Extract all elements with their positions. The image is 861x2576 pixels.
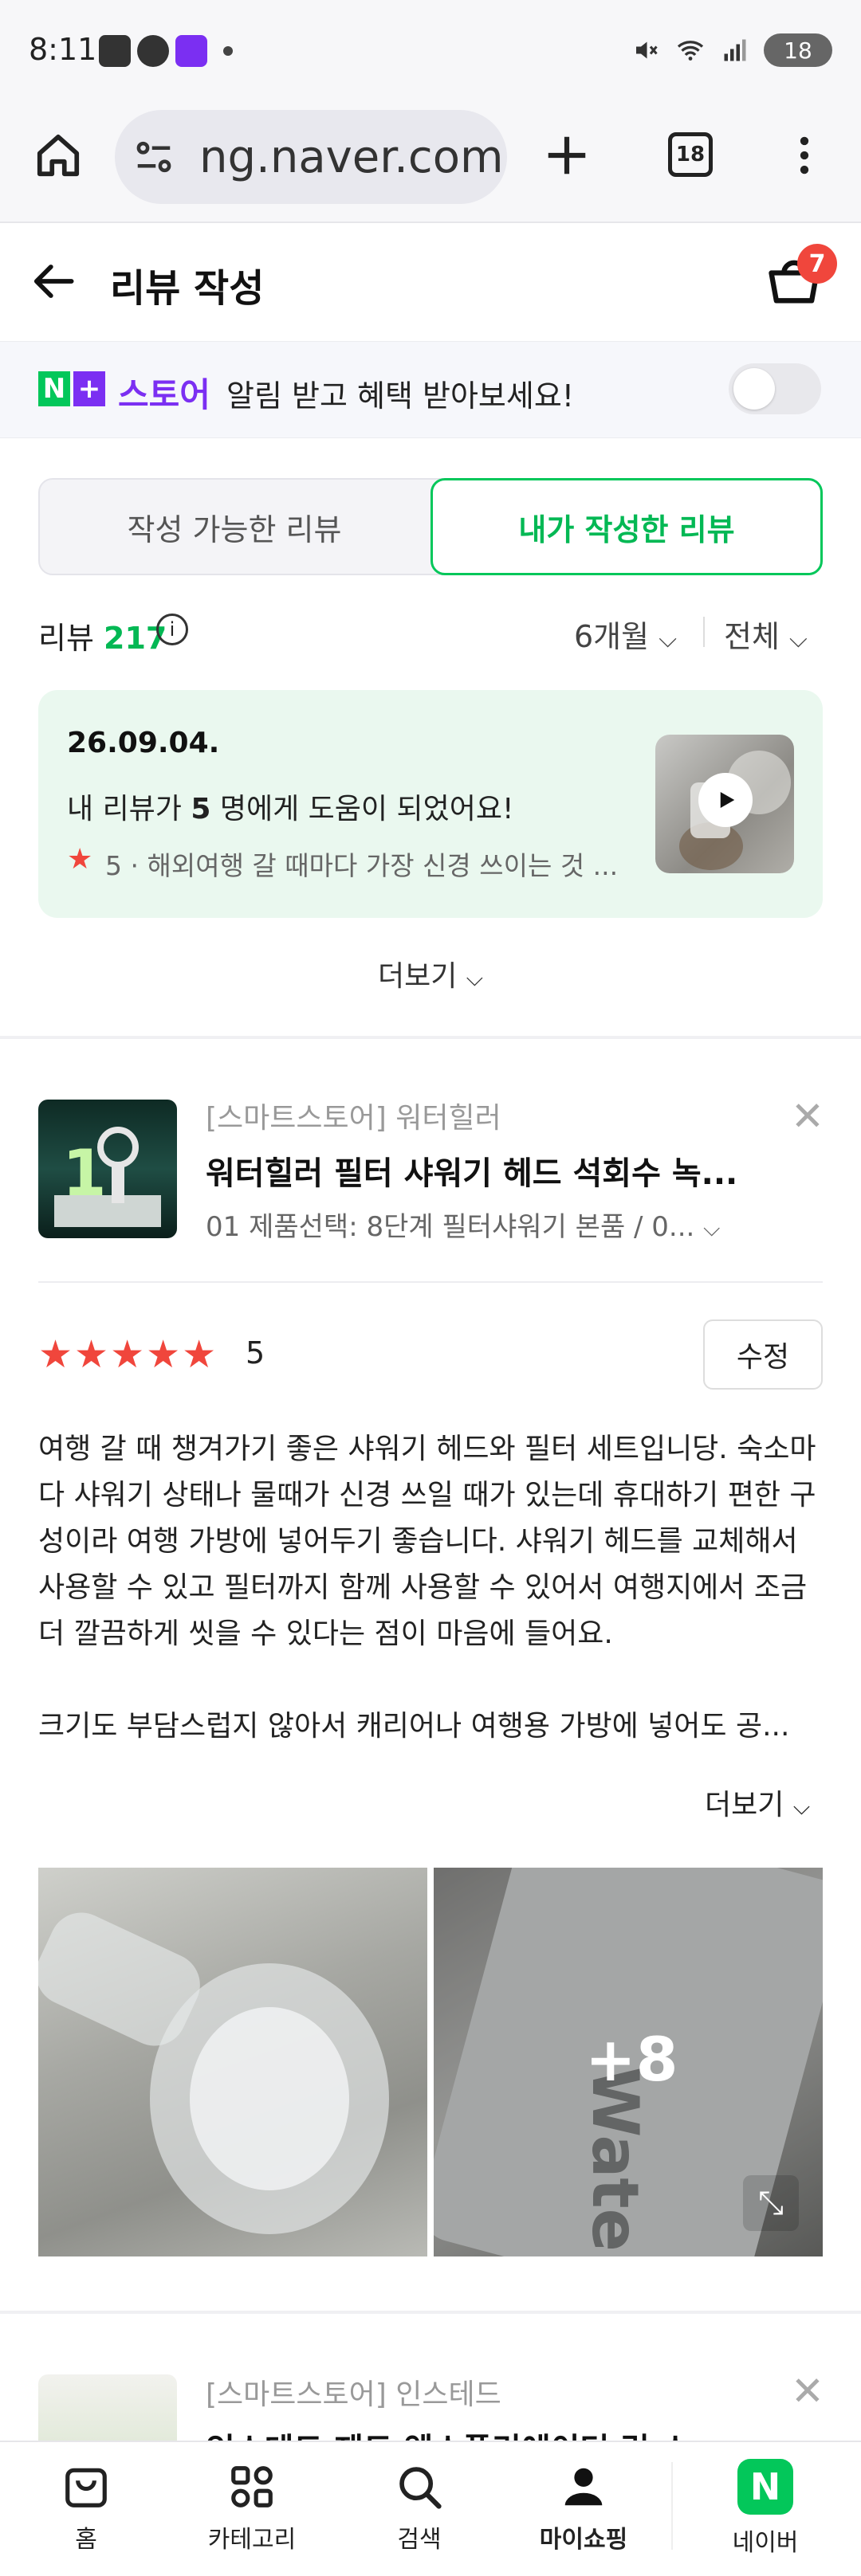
product-store[interactable]: [스마트스토어] 워터힐러	[206, 1095, 501, 1136]
nav-home-label: 홈	[75, 2526, 97, 2554]
review-count-label: 리뷰	[38, 621, 94, 656]
cart-count-badge: 7	[797, 244, 837, 284]
helpful-count: 5	[191, 793, 211, 825]
chevron-down-icon: ⌵	[466, 965, 484, 991]
n-logo-icon: N	[38, 371, 70, 406]
chevron-down-icon: ⌵	[703, 1215, 721, 1241]
more-notifications-dot-icon	[223, 46, 233, 56]
status-icons: 18	[631, 33, 832, 67]
store-label: 스토어	[118, 375, 210, 414]
nav-home[interactable]: 홈	[0, 2441, 172, 2576]
nav-category[interactable]: 카테고리	[166, 2441, 338, 2576]
chevron-down-icon: ⌵	[659, 625, 677, 653]
chevron-down-icon: ⌵	[792, 1794, 811, 1820]
mute-icon	[636, 41, 658, 59]
extra-photo-count[interactable]: +8	[585, 2024, 678, 2095]
type-filter-label: 전체	[724, 619, 780, 654]
close-icon[interactable]: ✕	[791, 2368, 824, 2414]
card-date: 26.09.04.	[67, 727, 220, 759]
product-option-text: 01 제품선택: 8단계 필터샤워기 본품 / 0...	[206, 1211, 695, 1243]
review-more-button[interactable]: 더보기 ⌵	[705, 1782, 810, 1823]
back-arrow-icon[interactable]	[30, 257, 80, 306]
section-divider	[0, 1036, 861, 1039]
shopping-bag-icon	[65, 2468, 107, 2507]
more-menu-icon[interactable]	[780, 131, 829, 180]
naver-plus-logo: N +	[38, 371, 105, 406]
review-count: 리뷰 217	[38, 614, 167, 657]
nav-search-label: 검색	[397, 2526, 442, 2554]
rating-stars: ★★★★★	[38, 1332, 218, 1377]
star-icon: ★	[67, 843, 93, 876]
period-filter-label: 6개월	[574, 619, 650, 654]
new-tab-icon[interactable]	[542, 131, 592, 180]
period-filter[interactable]: 6개월 ⌵	[574, 612, 677, 656]
category-grid-icon	[231, 2466, 273, 2507]
nav-naver-label: 네이버	[732, 2529, 799, 2557]
helpful-message-suffix: 명에게 도움이 되었어요!	[210, 793, 514, 825]
toggle-knob	[733, 368, 775, 410]
product-thumbnail[interactable]: 1	[38, 1100, 177, 1238]
review-more-label: 더보기	[705, 1789, 784, 1821]
person-icon	[564, 2468, 603, 2506]
nav-divider	[671, 2462, 673, 2550]
more-label: 더보기	[377, 960, 458, 993]
plus-logo-icon: +	[73, 371, 105, 406]
edit-button[interactable]: 수정	[703, 1319, 823, 1390]
product-name[interactable]: 워터힐러 필터 샤워기 헤드 석회수 녹...	[206, 1147, 737, 1194]
alert-toggle[interactable]	[729, 363, 821, 414]
helpful-message-prefix: 내 리뷰가	[67, 793, 191, 825]
photo-graphic	[38, 1912, 389, 2234]
nav-category-label: 카테고리	[207, 2526, 297, 2554]
helpful-message: 내 리뷰가 5 명에게 도움이 되었어요!	[67, 786, 513, 827]
nav-my-shopping[interactable]: 마이쇼핑	[497, 2441, 670, 2576]
svg-text:1: 1	[62, 1136, 107, 1210]
tab-switcher-button[interactable]: 18	[668, 132, 713, 177]
promo-message: 알림 받고 혜택 받아보세요!	[226, 378, 575, 414]
signal-icon	[724, 39, 746, 61]
tab-available-reviews[interactable]: 작성 가능한 리뷰	[38, 478, 431, 575]
app-notification-icon	[99, 35, 131, 67]
c-app-icon	[137, 35, 169, 67]
status-time: 8:11	[29, 32, 97, 67]
nav-naver[interactable]: N 네이버	[679, 2441, 851, 2576]
info-icon[interactable]: i	[156, 614, 188, 645]
card-snippet-text: 해외여행 갈 때마다 가장 신경 쓰이는 것 ...	[147, 850, 619, 881]
chevron-down-icon: ⌵	[789, 625, 808, 653]
battery-indicator: 18	[764, 33, 832, 67]
page-title: 리뷰 작성	[110, 266, 265, 311]
url-text[interactable]: ng.naver.com	[199, 131, 504, 183]
search-icon	[399, 2467, 442, 2509]
item-divider	[38, 1281, 823, 1283]
type-filter[interactable]: 전체 ⌵	[724, 612, 808, 656]
product-option[interactable]: 01 제품선택: 8단계 필터샤워기 본품 / 0... ⌵	[206, 1205, 720, 1244]
card-rating: 5	[105, 850, 122, 881]
rating-value: 5	[246, 1335, 265, 1370]
close-icon[interactable]: ✕	[791, 1093, 824, 1139]
review-photo[interactable]	[38, 1868, 427, 2256]
home-icon[interactable]	[33, 131, 83, 180]
naver-logo-icon: N	[737, 2459, 793, 2515]
site-settings-icon[interactable]	[132, 135, 175, 178]
product-graphic: 1	[54, 1127, 161, 1227]
play-icon[interactable]	[698, 773, 753, 827]
card-snippet: 5 · 해외여행 갈 때마다 가장 신경 쓰이는 것 ...	[105, 850, 619, 881]
nav-search[interactable]: 검색	[333, 2441, 505, 2576]
product-store[interactable]: [스마트스토어] 인스테드	[206, 2371, 501, 2413]
review-text: 여행 갈 때 챙겨가기 좋은 샤워기 헤드와 필터 세트입니당. 숙소마다 샤워…	[38, 1433, 816, 1743]
more-button[interactable]: 더보기 ⌵	[0, 953, 861, 994]
section-divider	[0, 2311, 861, 2314]
messenger-icon	[175, 35, 207, 67]
filter-divider	[703, 617, 705, 647]
expand-icon[interactable]: ⤡	[743, 2175, 799, 2231]
nav-my-shopping-label: 마이쇼핑	[539, 2526, 628, 2554]
tab-my-reviews[interactable]: 내가 작성한 리뷰	[431, 478, 823, 575]
wifi-icon	[677, 41, 704, 61]
